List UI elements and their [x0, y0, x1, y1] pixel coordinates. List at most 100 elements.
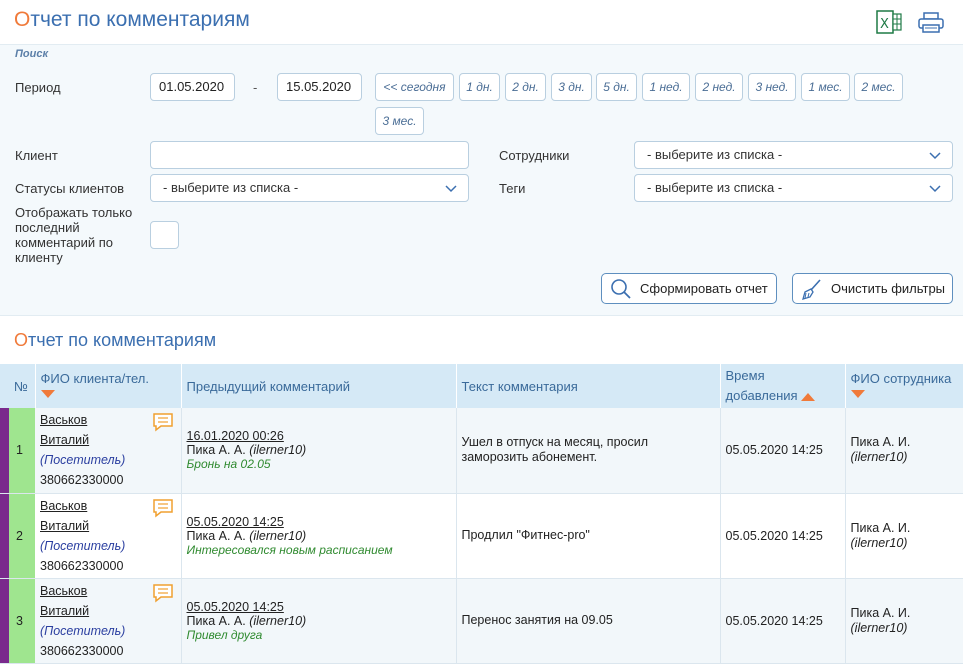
prev-comment-cell: 16.01.2020 00:26 Пика А. А. (ilerner10) … — [181, 408, 457, 494]
time-added-cell: 05.05.2020 14:25 — [720, 493, 846, 579]
comment-icon[interactable] — [152, 583, 174, 603]
employees-select[interactable]: - выберите из списка - — [634, 141, 953, 169]
prev-comment-author: Пика А. А. — [186, 613, 246, 628]
broom-icon — [802, 279, 821, 300]
status-bar — [0, 578, 9, 663]
prev-comment-author: Пика А. А. — [186, 528, 246, 543]
employee-login: (ilerner10) — [850, 535, 908, 550]
tags-select[interactable]: - выберите из списка - — [634, 174, 953, 202]
client-statuses-select[interactable]: - выберите из списка - — [150, 174, 469, 202]
status-bar — [0, 493, 9, 578]
column-header-time-added-line1: Время — [725, 368, 765, 383]
row-number-cell: 1 — [0, 408, 35, 494]
quick-period-2d-button[interactable]: 2 дн. — [505, 73, 546, 101]
client-cell: Васьков Виталий (Посетитель) 38066233000… — [35, 408, 182, 494]
date-from-input[interactable]: 01.05.2020 — [150, 73, 235, 101]
client-role: (Посетитель) — [40, 538, 126, 553]
prev-comment-author: Пика А. А. — [186, 443, 246, 458]
quick-period-1w-button[interactable]: 1 нед. — [642, 73, 690, 101]
prev-comment-login: (ilerner10) — [249, 613, 307, 628]
quick-period-1m-button[interactable]: 1 мес. — [801, 73, 850, 101]
employees-label: Сотрудники — [499, 148, 570, 163]
column-header-client-label: ФИО клиента/тел. — [40, 371, 150, 386]
row-number-cell: 2 — [0, 493, 35, 579]
table-header-row: № ФИО клиента/тел. Предыдущий комментари… — [0, 364, 963, 408]
client-name-link[interactable]: Виталий — [40, 601, 176, 621]
prev-comment-cell: 05.05.2020 14:25 Пика А. А. (ilerner10) … — [181, 578, 457, 664]
time-added-cell: 05.05.2020 14:25 — [720, 578, 846, 664]
tags-label: Теги — [499, 181, 526, 196]
client-phone: 380662330000 — [40, 643, 124, 658]
prev-comment-cell: 05.05.2020 14:25 Пика А. А. (ilerner10) … — [181, 493, 457, 579]
client-role: (Посетитель) — [40, 623, 126, 638]
quick-period-3m-button[interactable]: 3 мес. — [375, 107, 424, 135]
quick-period-3d-button[interactable]: 3 дн. — [551, 73, 592, 101]
comment-icon[interactable] — [152, 412, 174, 432]
last-comment-only-label-line: последний — [15, 220, 80, 235]
page-header: Отчет по комментариям X — [0, 0, 963, 44]
last-comment-only-label-line: комментарий по — [15, 235, 114, 250]
client-input[interactable] — [150, 141, 469, 169]
quick-period-3w-button[interactable]: 3 нед. — [748, 73, 796, 101]
prev-comment-date[interactable]: 05.05.2020 14:25 — [187, 600, 451, 614]
comment-icon[interactable] — [152, 498, 174, 518]
chevron-down-icon — [929, 185, 941, 193]
column-header-time-added-line2: добавления — [725, 388, 798, 403]
prev-comment-date[interactable]: 05.05.2020 14:25 — [187, 515, 451, 529]
chevron-down-icon — [445, 185, 457, 193]
column-header-client[interactable]: ФИО клиента/тел. — [35, 364, 182, 408]
sort-desc-icon[interactable] — [40, 390, 55, 398]
table-row: 3 Васьков Виталий (Посетитель) 380662330… — [0, 578, 963, 664]
comment-text-cell: Ушел в отпуск на месяц, просил заморозит… — [456, 408, 721, 494]
column-header-prev-comment: Предыдущий комментарий — [181, 364, 457, 408]
excel-icon[interactable]: X — [876, 10, 902, 34]
printer-icon[interactable] — [918, 12, 944, 34]
prev-comment-note: Интересовался новым расписанием — [186, 542, 393, 557]
client-phone: 380662330000 — [40, 473, 124, 488]
column-header-time-added[interactable]: Время добавления — [720, 364, 846, 408]
prev-comment-login: (ilerner10) — [249, 443, 307, 458]
client-cell: Васьков Виталий (Посетитель) 38066233000… — [35, 578, 182, 664]
period-label: Период — [15, 80, 61, 95]
employee-name: Пика А. И. — [850, 605, 911, 620]
employees-select-value: - выберите из списка - — [647, 147, 783, 162]
last-comment-only-label-line: Отображать только — [15, 205, 133, 220]
row-number: 3 — [16, 613, 23, 628]
report-title: Отчет по комментариям — [14, 330, 216, 351]
prev-comment-date[interactable]: 16.01.2020 00:26 — [187, 429, 451, 443]
sort-asc-icon[interactable] — [800, 392, 815, 401]
prev-comment-login: (ilerner10) — [249, 528, 307, 543]
page-title: Отчет по комментариям — [14, 8, 250, 32]
quick-period-5d-button[interactable]: 5 дн. — [596, 73, 637, 101]
date-to-input[interactable]: 15.05.2020 — [277, 73, 362, 101]
table-row: 2 Васьков Виталий (Посетитель) 380662330… — [0, 493, 963, 579]
report-table-wrapper: № ФИО клиента/тел. Предыдущий комментари… — [0, 364, 963, 666]
quick-period-2w-button[interactable]: 2 нед. — [695, 73, 743, 101]
last-comment-only-label-line: клиенту — [15, 250, 63, 265]
generate-report-button[interactable]: Сформировать отчет — [601, 273, 777, 304]
client-cell: Васьков Виталий (Посетитель) 38066233000… — [35, 493, 182, 579]
quick-period-2m-button[interactable]: 2 мес. — [854, 73, 903, 101]
search-section-label: Поиск — [15, 48, 49, 60]
employee-cell: Пика А. И. (ilerner10) — [845, 493, 963, 579]
row-number: 1 — [16, 443, 23, 458]
report-title-rest: тчет по комментариям — [28, 330, 217, 350]
client-name-link[interactable]: Виталий — [40, 516, 176, 536]
sort-desc-icon[interactable] — [850, 390, 865, 398]
tags-select-value: - выберите из списка - — [647, 180, 783, 195]
client-statuses-select-value: - выберите из списка - — [163, 180, 299, 195]
status-bar — [0, 408, 9, 493]
employee-name: Пика А. И. — [850, 520, 911, 535]
row-number-cell: 3 — [0, 578, 35, 664]
search-icon — [611, 279, 631, 299]
client-label: Клиент — [15, 148, 58, 163]
clear-filters-button-label: Очистить фильтры — [831, 281, 946, 296]
report-title-first-letter: О — [14, 330, 29, 350]
column-header-employee[interactable]: ФИО сотрудника — [845, 364, 963, 408]
quick-period-1d-button[interactable]: 1 дн. — [459, 73, 500, 101]
clear-filters-button[interactable]: Очистить фильтры — [792, 273, 953, 304]
quick-period-today-button[interactable]: << сегодня — [375, 73, 454, 101]
client-name-link[interactable]: Виталий — [40, 430, 176, 450]
client-role: (Посетитель) — [40, 453, 126, 468]
last-comment-only-checkbox[interactable] — [150, 221, 179, 249]
